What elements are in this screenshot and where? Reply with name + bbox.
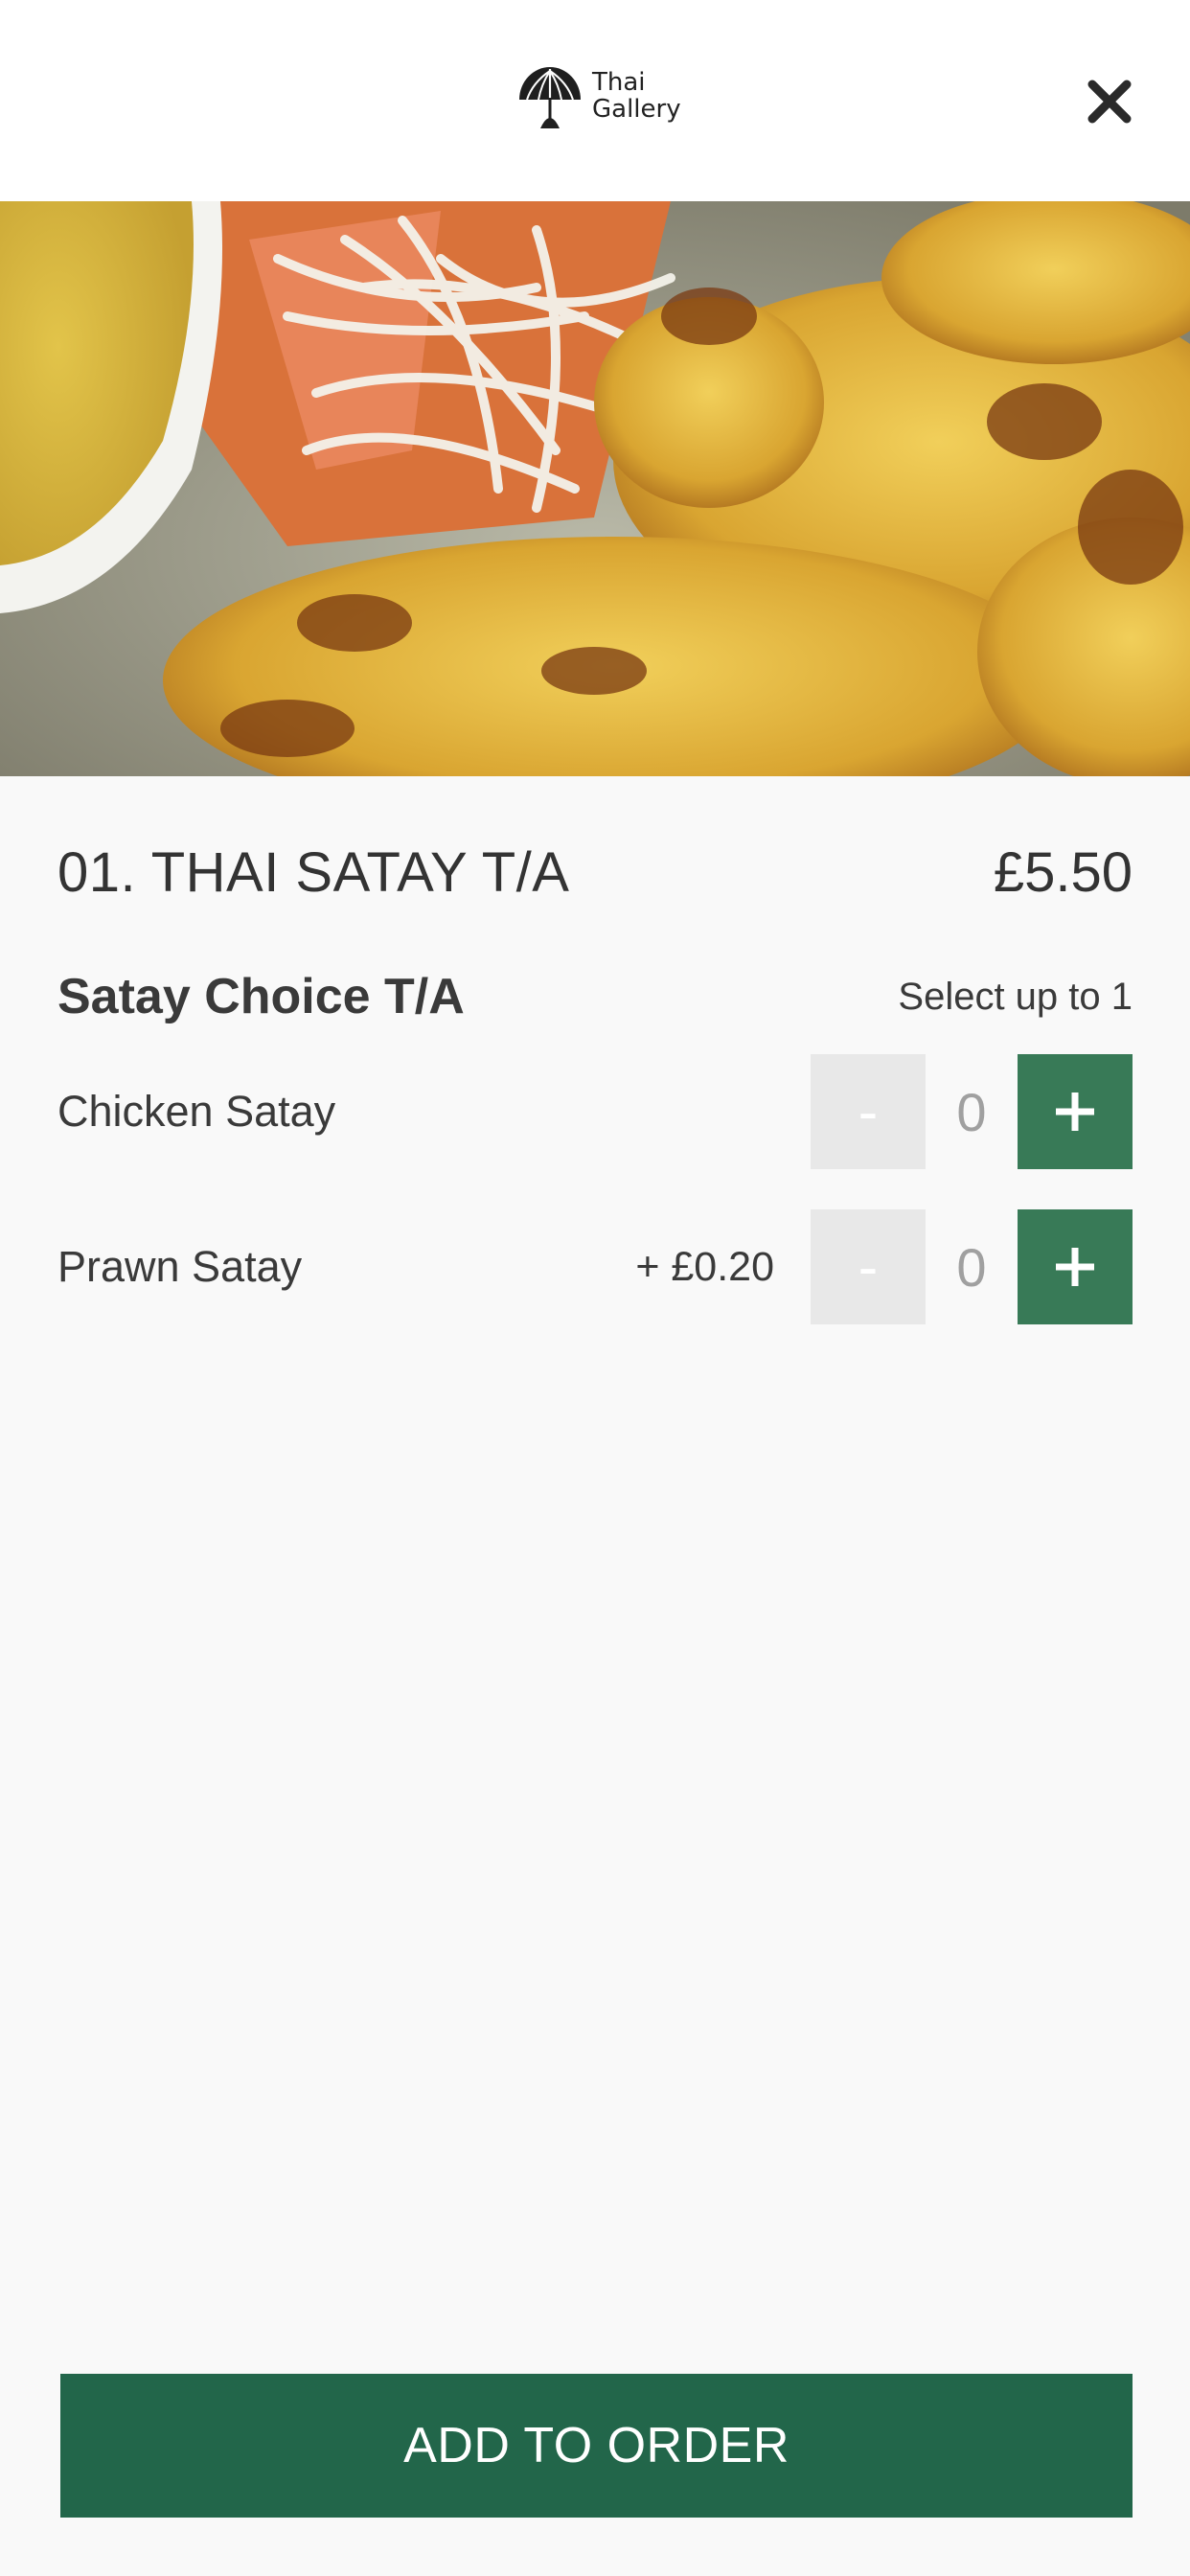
option-label: Chicken Satay: [57, 1087, 336, 1136]
increment-button[interactable]: [1018, 1209, 1133, 1324]
quantity-value: 0: [956, 1236, 987, 1298]
decrement-button[interactable]: -: [811, 1209, 926, 1324]
plus-icon: [1056, 1092, 1094, 1131]
option-row-prawn-satay: Prawn Satay + £0.20 - 0: [57, 1209, 1133, 1324]
plus-icon: [1056, 1248, 1094, 1286]
logo-line-1: Thai: [592, 68, 646, 97]
quantity-stepper: - 0: [811, 1209, 1133, 1324]
restaurant-logo: Thai Gallery: [512, 56, 684, 136]
logo-wordmark: Thai Gallery: [592, 69, 681, 123]
increment-button[interactable]: [1018, 1054, 1133, 1169]
logo-line-2: Gallery: [592, 95, 681, 124]
option-extra-price: + £0.20: [635, 1243, 774, 1290]
add-to-order-button[interactable]: ADD TO ORDER: [60, 2374, 1133, 2518]
dish-photo: [0, 201, 1190, 776]
close-icon: [1087, 80, 1132, 124]
quantity-value: 0: [956, 1081, 987, 1142]
app-header: Thai Gallery: [0, 0, 1190, 201]
close-button[interactable]: [1081, 73, 1138, 130]
item-price: £5.50: [993, 840, 1133, 904]
decrement-button[interactable]: -: [811, 1054, 926, 1169]
option-group-title: Satay Choice T/A: [57, 969, 465, 1024]
quantity-stepper: - 0: [811, 1054, 1133, 1169]
umbrella-logo-icon: [519, 67, 581, 128]
option-label: Prawn Satay: [57, 1242, 303, 1291]
satay-dish-image: [0, 201, 1190, 776]
item-title: 01. THAI SATAY T/A: [57, 840, 570, 904]
option-group-limit: Select up to 1: [898, 975, 1133, 1018]
option-row-chicken-satay: Chicken Satay - 0: [57, 1054, 1133, 1169]
option-group-header: Satay Choice T/A Select up to 1: [57, 963, 1133, 1030]
item-header: 01. THAI SATAY T/A £5.50: [57, 834, 1133, 910]
